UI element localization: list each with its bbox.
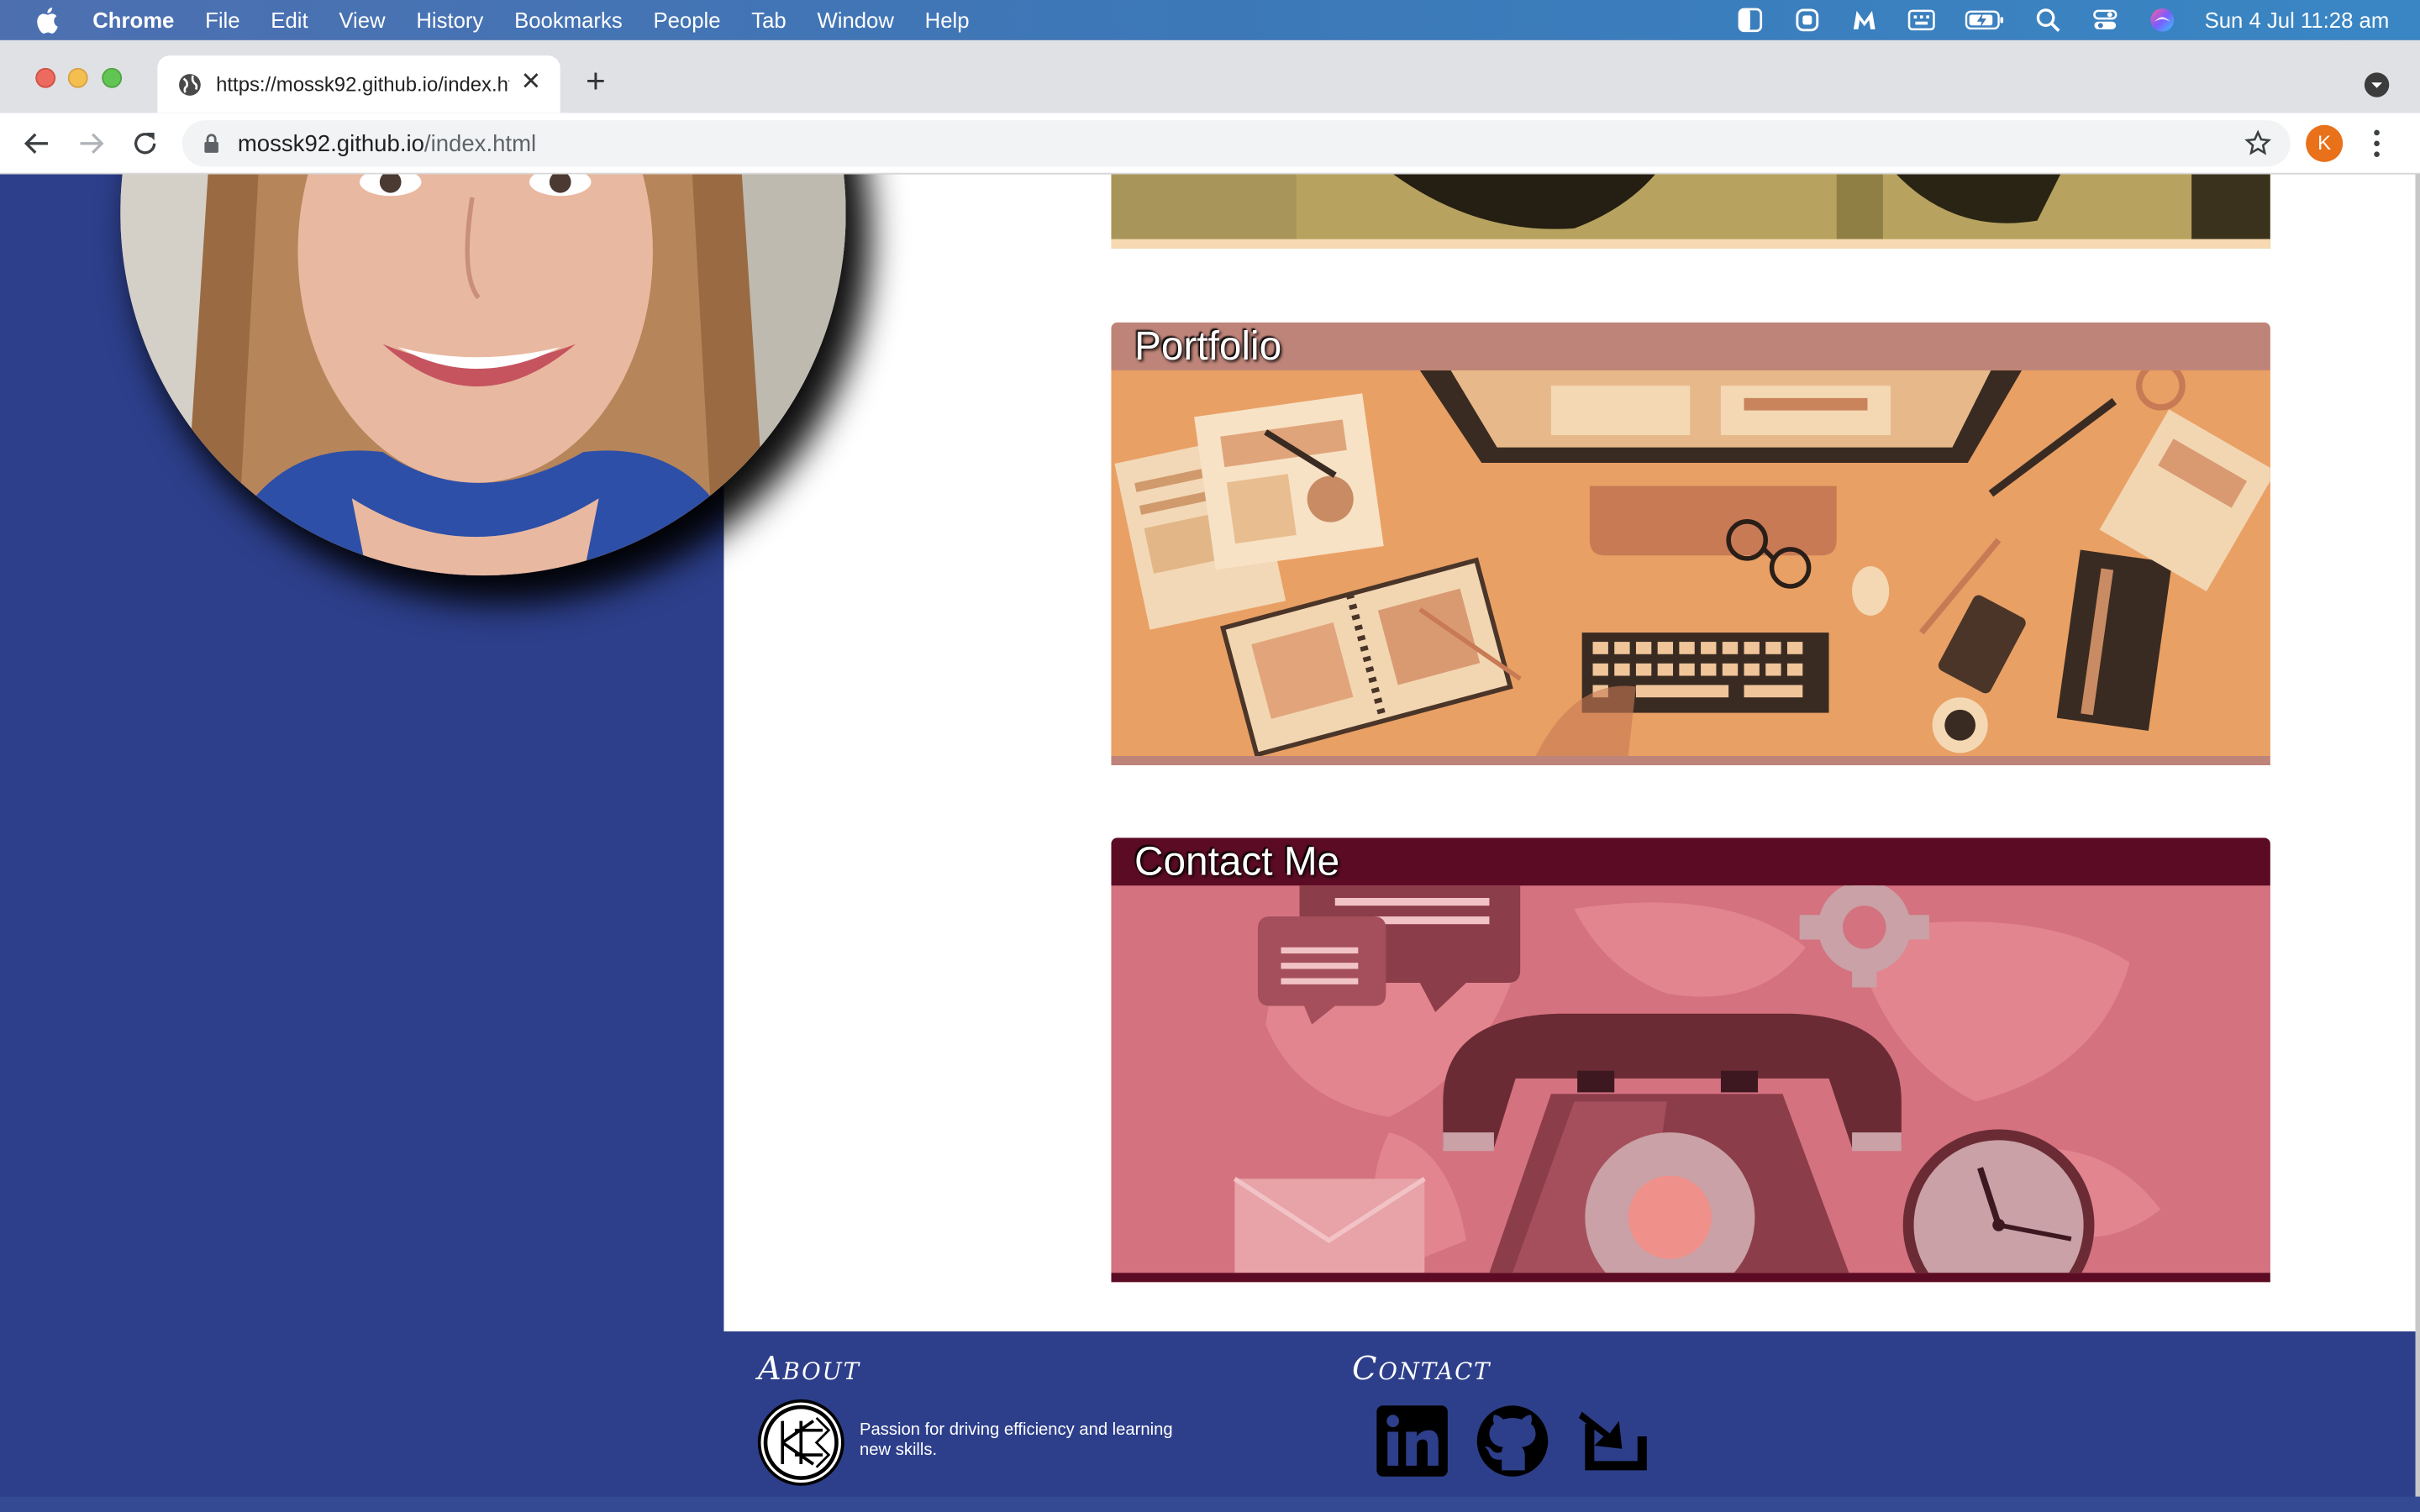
menu-tab[interactable]: Tab	[751, 8, 786, 32]
macos-menu-bar: Chrome File Edit View History Bookmarks …	[0, 0, 2420, 40]
menu-people[interactable]: People	[653, 8, 720, 32]
sidebar-toggle-icon[interactable]	[1737, 8, 1765, 33]
forward-button[interactable]	[76, 128, 107, 159]
github-icon[interactable]	[1474, 1403, 1551, 1480]
menu-view[interactable]: View	[339, 8, 385, 32]
linkedin-icon[interactable]	[1374, 1403, 1451, 1480]
control-center-icon[interactable]	[2091, 8, 2119, 32]
reload-icon	[134, 132, 156, 155]
page-scrollbar[interactable]	[2415, 174, 2420, 1512]
lock-icon[interactable]	[201, 133, 223, 155]
screen-record-icon[interactable]	[1794, 8, 1822, 32]
resume-icon[interactable]	[1576, 1403, 1653, 1480]
menu-history[interactable]: History	[416, 8, 483, 32]
menu-file[interactable]: File	[205, 8, 239, 32]
contact-card-title[interactable]: Contact Me	[1111, 837, 2270, 886]
url-host: mossk92.github.io	[237, 130, 424, 157]
portfolio-card-title[interactable]: Portfolio	[1111, 322, 2270, 370]
menubar-clock[interactable]: Sun 4 Jul 11:28 am	[2205, 8, 2390, 32]
spotlight-search-icon[interactable]	[2035, 8, 2063, 33]
screen: Chrome File Edit View History Bookmarks …	[0, 0, 2420, 1512]
contact-card-bottom-bar	[1111, 1273, 2270, 1283]
maximize-window-button[interactable]	[102, 67, 123, 88]
globe-icon	[179, 73, 201, 95]
close-window-button[interactable]	[35, 67, 56, 88]
footer-about-text: Passion for driving efficiency and learn…	[860, 1420, 1173, 1460]
portfolio-card[interactable]: Portfolio	[1111, 322, 2270, 766]
menu-edit[interactable]: Edit	[271, 8, 308, 32]
reload-button[interactable]	[129, 128, 160, 159]
card-stripe	[1111, 239, 2270, 249]
tab-title: https://mossk92.github.io/index.html	[216, 72, 510, 96]
menu-help[interactable]: Help	[925, 8, 970, 32]
about-card-image[interactable]	[1111, 174, 2270, 249]
minimize-window-button[interactable]	[67, 67, 88, 88]
apple-icon[interactable]	[34, 6, 58, 34]
contact-telephone-illustration	[1111, 885, 2270, 1273]
malwarebytes-icon[interactable]	[1851, 8, 1879, 32]
status-area: Sun 4 Jul 11:28 am	[1707, 0, 2389, 40]
arrow-left-icon	[24, 133, 48, 155]
menu-window[interactable]: Window	[817, 8, 893, 32]
footer-about-title: About	[757, 1350, 860, 1388]
battery-icon[interactable]	[1965, 8, 2006, 32]
back-button[interactable]	[22, 128, 53, 159]
more-menu-icon[interactable]	[2366, 127, 2388, 160]
menu-app-chrome[interactable]: Chrome	[92, 8, 174, 32]
footer-contact-title: Contact	[1351, 1350, 1491, 1388]
tab-search-icon[interactable]	[2364, 72, 2390, 97]
arrow-right-icon	[80, 133, 104, 155]
footer: About Passion for driving efficiency and…	[723, 1331, 2416, 1512]
portfolio-desk-illustration	[1111, 370, 2270, 757]
tab-strip: https://mossk92.github.io/index.html ✕ +	[0, 39, 2420, 113]
portfolio-card-bottom-bar	[1111, 756, 2270, 766]
profile-avatar[interactable]: K	[2306, 124, 2344, 162]
close-tab-icon[interactable]: ✕	[517, 70, 544, 97]
tab-active[interactable]: https://mossk92.github.io/index.html ✕	[157, 55, 560, 113]
menu-bookmarks[interactable]: Bookmarks	[514, 8, 623, 32]
page-viewport: Portfolio Contact Me About Passion for d…	[0, 174, 2420, 1512]
new-tab-button[interactable]: +	[579, 64, 613, 98]
kc-logo-icon[interactable]	[757, 1399, 844, 1486]
contact-card[interactable]: Contact Me	[1111, 837, 2270, 1283]
url-path: /index.html	[424, 130, 537, 157]
browser-toolbar: mossk92.github.io/index.html K	[0, 113, 2420, 175]
bookmark-star-icon[interactable]	[2244, 129, 2272, 157]
dock-strip	[0, 1496, 2420, 1512]
siri-icon[interactable]	[2149, 8, 2176, 32]
address-bar[interactable]: mossk92.github.io/index.html	[182, 120, 2291, 167]
keyboard-icon[interactable]	[1908, 8, 1936, 32]
